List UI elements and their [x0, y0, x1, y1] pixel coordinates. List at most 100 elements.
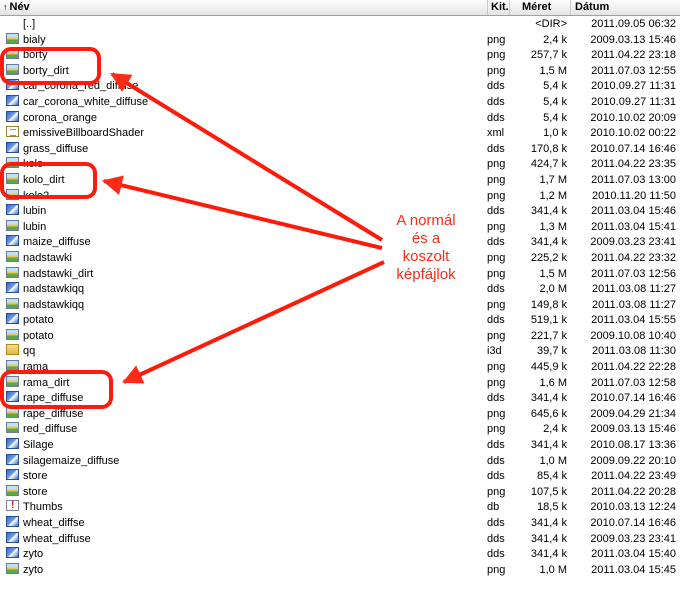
file-ext: dds	[487, 439, 505, 452]
file-size: 1,2 M	[539, 189, 567, 202]
file-row[interactable]: lubin png 1,3 M 2011.03.04 15:41	[0, 219, 680, 236]
file-ext: dds	[487, 532, 505, 545]
column-header-ext[interactable]: Kit.	[488, 0, 510, 15]
file-size: 18,5 k	[537, 501, 567, 514]
file-row[interactable]: wheat_diffuse dds 341,4 k 2009.03.23 23:41	[0, 531, 680, 548]
file-name: zyto	[23, 548, 44, 561]
file-name: borty_dirt	[23, 64, 69, 77]
file-size: 107,5 k	[530, 485, 567, 498]
file-row[interactable]: rama png 445,9 k 2011.04.22 22:28	[0, 360, 680, 376]
file-ext: i3d	[487, 345, 502, 358]
column-header-date[interactable]: Dátum	[571, 0, 680, 15]
file-name: bialy	[23, 33, 46, 46]
file-row[interactable]: red_diffuse png 2,4 k 2009.03.13 15:46	[0, 422, 680, 438]
file-row[interactable]: zyto png 1,0 M 2011.03.04 15:45	[0, 562, 680, 579]
file-size: 341,4 k	[530, 439, 567, 452]
file-size: 5,4 k	[543, 80, 567, 93]
file-ext: png	[487, 376, 506, 389]
file-ext: png	[487, 173, 506, 186]
db-file-icon	[6, 498, 19, 514]
file-row[interactable]: kolo_dirt png 1,7 M 2011.07.03 13:00	[0, 172, 680, 189]
file-size: 424,7 k	[530, 158, 567, 171]
file-row[interactable]: corona_orange dds 5,4 k 2010.10.02 20:09	[0, 110, 680, 127]
file-row[interactable]: car_corona_white_diffuse dds 5,4 k 2010.09.…	[0, 94, 680, 111]
file-row[interactable]: car_corona_red_diffuse dds 5,4 k 2010.09.27…	[0, 79, 680, 95]
annotation-text: A normál és a koszolt képfájlok	[386, 212, 466, 284]
file-ext: dds	[487, 236, 505, 249]
file-row[interactable]: nadstawkiqq dds 2,0 M 2011.03.08 11:27	[0, 282, 680, 298]
file-name: lubin	[23, 205, 47, 218]
file-date: 2011.03.08 11:27	[591, 298, 676, 311]
file-ext: dds	[487, 470, 505, 483]
file-row[interactable]: potato dds 519,1 k 2011.03.04 15:55	[0, 313, 680, 329]
file-name: kolo_dirt	[23, 173, 65, 186]
file-size: 149,8 k	[530, 298, 567, 311]
file-ext: png	[487, 361, 506, 374]
file-date: 2011.09.05 06:32	[591, 18, 676, 30]
file-date: 2011.04.22 23:49	[591, 470, 676, 483]
file-name: Thumbs	[23, 501, 63, 514]
file-name: Silage	[23, 439, 54, 452]
column-header-name-label: Név	[9, 1, 30, 13]
file-row[interactable]: qq i3d 39,7 k 2011.03.08 11:30	[0, 344, 680, 360]
file-date: 2009.10.08 10:40	[590, 329, 676, 342]
file-row[interactable]: wheat_diffse dds 341,4 k 2010.07.14 16:46	[0, 516, 680, 532]
file-row[interactable]: [..] <DIR> 2011.09.05 06:32	[0, 17, 680, 33]
file-size: 1,6 M	[539, 376, 567, 389]
file-date: 2011.03.04 15:46	[591, 205, 676, 218]
file-size: 2,4 k	[543, 423, 567, 436]
file-date: 2011.03.08 11:30	[591, 345, 676, 358]
file-row[interactable]: nadstawki_dirt png 1,5 M 2011.07.03 12:56	[0, 266, 680, 283]
file-ext: png	[487, 485, 506, 498]
file-name: rape_diffuse	[23, 392, 84, 405]
file-row[interactable]: kolo png 424,7 k 2011.04.22 23:35	[0, 157, 680, 173]
file-row[interactable]: kolo2 png 1,2 M 2010.11.20 11:50	[0, 188, 680, 205]
file-row[interactable]: store dds 85,4 k 2011.04.22 23:49	[0, 469, 680, 485]
file-date: 2010.03.13 12:24	[590, 501, 676, 514]
file-size: 341,4 k	[530, 548, 567, 561]
file-ext: dds	[487, 548, 505, 561]
file-row[interactable]: bialy png 2,4 k 2009.03.13 15:46	[0, 32, 680, 49]
file-date: 2011.03.04 15:40	[591, 548, 676, 561]
file-row[interactable]: rape_diffuse png 645,6 k 2009.04.29 21:34	[0, 406, 680, 423]
file-row[interactable]: nadstawki png 225,2 k 2011.04.22 23:32	[0, 250, 680, 267]
file-size: 1,3 M	[539, 220, 567, 233]
file-row[interactable]: borty png 257,7 k 2011.04.22 23:18	[0, 48, 680, 64]
file-size: 519,1 k	[530, 314, 567, 327]
column-header-size[interactable]: Méret	[510, 0, 571, 15]
file-row[interactable]: store png 107,5 k 2011.04.22 20:28	[0, 484, 680, 501]
file-date: 2010.10.02 20:09	[590, 111, 676, 124]
file-row[interactable]: rape_diffuse dds 341,4 k 2010.07.14 16:46	[0, 391, 680, 407]
file-row[interactable]: zyto dds 341,4 k 2011.03.04 15:40	[0, 547, 680, 563]
file-row[interactable]: Thumbs db 18,5 k 2010.03.13 12:24	[0, 498, 680, 516]
file-row[interactable]: Silage dds 341,4 k 2010.08.17 13:36	[0, 438, 680, 454]
file-ext: dds	[487, 392, 505, 405]
file-size: 5,4 k	[543, 95, 567, 108]
dds-file-icon	[6, 453, 19, 465]
file-ext: png	[487, 189, 506, 202]
dds-file-icon	[6, 282, 19, 294]
file-row[interactable]: potato png 221,7 k 2009.10.08 10:40	[0, 328, 680, 345]
png-file-icon	[6, 360, 19, 372]
file-name: nadstawki	[23, 251, 72, 264]
annotation-line: A normál	[396, 212, 456, 229]
column-header-name[interactable]: ↑ Név	[0, 0, 488, 15]
file-ext: png	[487, 64, 506, 77]
file-row[interactable]: lubin dds 341,4 k 2011.03.04 15:46	[0, 204, 680, 220]
file-row[interactable]: silagemaize_diffuse dds 1,0 M 2009.09.22 20…	[0, 453, 680, 470]
file-name: qq	[23, 345, 36, 358]
file-row[interactable]: emissiveBillboardShader xml 1,0 k 2010.10.0…	[0, 126, 680, 142]
file-row[interactable]: borty_dirt png 1,5 M 2011.07.03 12:55	[0, 63, 680, 80]
file-date: 2010.07.14 16:46	[590, 517, 676, 529]
file-name: car_corona_white_diffuse	[23, 95, 149, 108]
file-row[interactable]: grass_diffuse dds 170,8 k 2010.07.14 16:46	[0, 141, 680, 158]
file-name: wheat_diffse	[23, 517, 85, 529]
file-name: lubin	[23, 220, 47, 233]
dds-file-icon	[6, 531, 19, 543]
file-row[interactable]: nadstawkiqq png 149,8 k 2011.03.08 11:27	[0, 297, 680, 314]
file-ext: png	[487, 251, 506, 264]
column-header-size-label: Méret	[522, 1, 552, 13]
file-row[interactable]: maize_diffuse dds 341,4 k 2009.03.23 23:41	[0, 235, 680, 251]
png-file-icon	[6, 422, 19, 434]
file-row[interactable]: rama_dirt png 1,6 M 2011.07.03 12:58	[0, 375, 680, 392]
